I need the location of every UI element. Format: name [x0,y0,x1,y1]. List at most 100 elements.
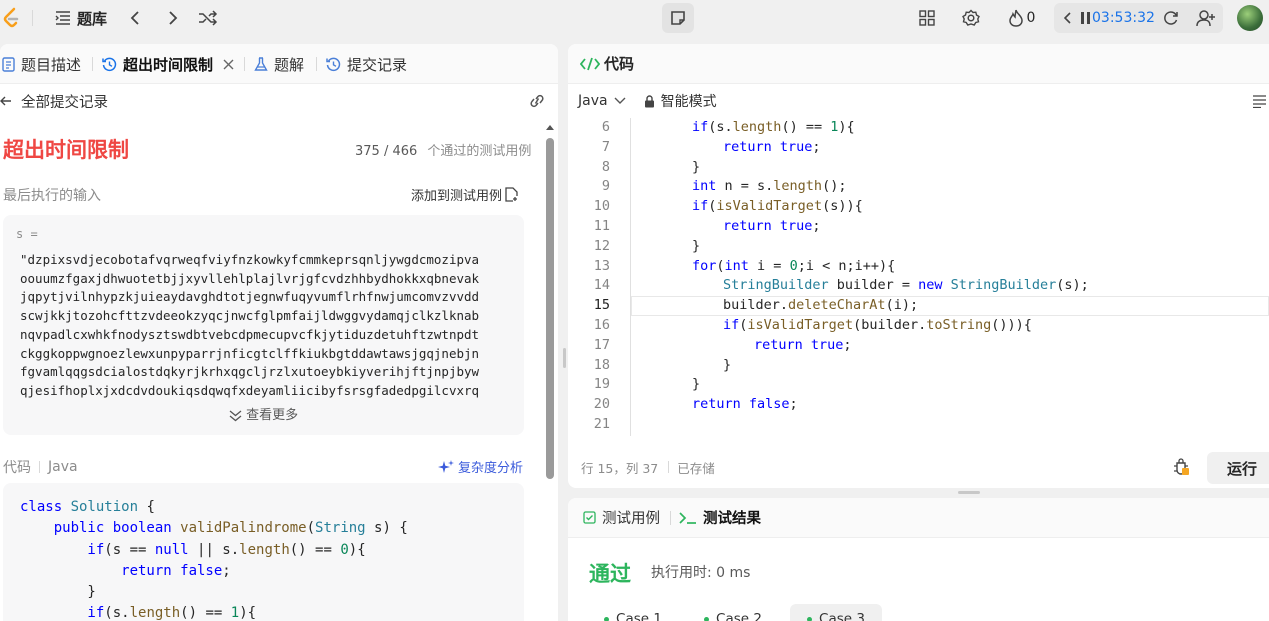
back-arrow-icon[interactable] [0,95,12,107]
submitted-code: class Solution { public boolean validPal… [20,497,408,621]
horizontal-resize-handle[interactable] [958,491,980,494]
problem-list-label: 题库 [76,9,107,28]
leetcode-logo-icon[interactable] [0,0,22,36]
case-label: Case 2 [716,611,762,621]
input-line: fgvamlqqgsdcialostdqkyrjkrhxqgcljrzlxuto… [20,364,480,380]
code-token: 0 [789,257,798,274]
history-icon [326,57,341,72]
note-icon[interactable] [662,3,694,33]
code-token: (builder. [853,316,927,333]
case-label: Case 1 [616,611,662,621]
add-file-icon [505,187,518,202]
code-token: if [692,119,709,135]
passed-suffix: 个通过的测试用例 [427,144,532,159]
tab-time-limit-exceeded[interactable]: 超出时间限制 [102,44,234,84]
next-icon[interactable] [162,0,184,36]
editor-line[interactable]: 14 StringBuilder builder = new StringBuil… [568,276,1269,296]
line-number: 16 [593,316,610,333]
coins-button[interactable]: 0 [1002,0,1042,36]
submission-subbar: 全部提交记录 [0,84,558,118]
language-select[interactable]: Java [578,93,626,109]
input-line: nqvpadlcxwhkfnodysztswdbtvebcdpmecupvcfk… [20,326,480,342]
test-panel: 测试用例 测试结果 通过 执行用时: 0 ms Case 1 Case 2 Ca… [568,498,1269,621]
mode-toggle[interactable]: 智能模式 [644,91,717,111]
editor-line[interactable]: 15 builder.deleteCharAt(i); [568,296,1269,316]
left-tabs: 题目描述 超出时间限制 题解 提交记录 [0,44,558,84]
line-text: if(isValidTarget(s)){ [692,197,863,217]
line-number: 12 [593,237,610,254]
reset-icon[interactable] [1163,10,1179,26]
code-line: return false; [20,561,408,582]
collapse-timer-icon[interactable] [1064,12,1072,24]
editor-line[interactable]: 8} [568,158,1269,178]
code-token: ; [789,396,798,413]
shuffle-icon[interactable] [196,0,220,36]
top-nav: 题库 0 03:53:32 [0,0,1269,36]
checkbox-icon [583,511,596,524]
add-user-icon[interactable] [1194,0,1218,36]
all-submissions-link[interactable]: 全部提交记录 [21,91,108,112]
code-token: new [918,277,951,294]
editor-line[interactable]: 9 int n = s.length(); [568,177,1269,197]
case-tab[interactable]: Case 1 [596,604,670,621]
add-to-testcase-button[interactable]: 添加到测试用例 [411,185,518,204]
code-token: length [129,605,181,621]
tab-solutions[interactable]: 题解 [254,44,304,84]
code-token: length [773,178,823,195]
code-token: Solution [70,499,139,515]
submission-content: 超出时间限制 375 / 466 个通过的测试用例 最后执行的输入 添加到测试用… [0,118,543,621]
line-number: 21 [593,415,610,432]
tab-submissions[interactable]: 提交记录 [326,44,407,84]
layout-icon[interactable] [916,0,938,36]
prev-icon[interactable] [124,0,146,36]
vertical-resize-handle[interactable] [563,348,566,368]
tab-test-results[interactable]: 测试结果 [679,507,761,528]
case-tab-active[interactable]: Case 3 [790,604,882,621]
line-text: int n = s.length(); [692,177,846,197]
complexity-analysis-button[interactable]: 复杂度分析 [438,457,523,476]
code-token: return true [754,336,844,353]
editor-line[interactable]: 17 return true; [568,336,1269,356]
line-text: return true; [754,336,852,356]
code-token: int [724,257,749,274]
line-number: 6 [601,119,610,135]
line-text: if(isValidTarget(builder.toString())){ [723,316,1032,336]
case-tab[interactable]: Case 2 [696,604,770,621]
editor-line[interactable]: 13 for(int i = 0;i < n;i++){ [568,257,1269,277]
format-icon[interactable] [1252,94,1266,108]
input-line: qjesifhoplxjxdcdvdoukiqsdqwqfxdeyamliici… [20,382,480,398]
separator [668,461,670,473]
line-number: 9 [601,178,610,195]
pause-icon[interactable] [1081,12,1090,24]
editor-line[interactable]: 11 return true; [568,217,1269,237]
editor-line[interactable]: 10 if(isValidTarget(s)){ [568,197,1269,217]
tab-description[interactable]: 题目描述 [2,44,81,84]
link-icon[interactable] [528,93,546,109]
language-value: Java [578,93,608,109]
editor-line[interactable]: 19} [568,375,1269,395]
code-token: ( [716,257,725,274]
debug-icon[interactable] [1173,458,1189,476]
settings-icon[interactable] [960,0,982,36]
avatar[interactable] [1237,5,1263,31]
input-variable: s = [16,227,38,241]
editor-line[interactable]: 20 return false; [568,395,1269,415]
editor-line[interactable]: 18} [568,356,1269,376]
editor-line[interactable]: 12} [568,237,1269,257]
see-more-button[interactable]: 查看更多 [3,404,524,423]
editor-line[interactable]: 7 return true; [568,138,1269,158]
close-icon[interactable] [223,59,234,70]
tab-testcases[interactable]: 测试用例 [583,507,660,528]
line-text: if(s.length() == 1){ [692,118,855,138]
run-button[interactable]: 运行 [1207,452,1269,484]
editor-line[interactable]: 16 if(isValidTarget(builder.toString())){ [568,316,1269,336]
scrollbar-thumb[interactable] [546,138,554,479]
code-editor[interactable]: 6 if(s.length() == 1){7 return true; 8} 9 int… [568,118,1269,436]
editor-line[interactable]: 21 [568,415,1269,435]
nav-divider [32,10,33,26]
input-line: jqpytjvilnhypzkjuieaydavghdtotjegnwfuqyv… [20,289,480,305]
code-token: builder = [828,277,919,294]
code-token: s) { [365,520,408,537]
problem-list-button[interactable]: 题库 [48,0,114,36]
editor-line[interactable]: 6 if(s.length() == 1){ [568,118,1269,138]
